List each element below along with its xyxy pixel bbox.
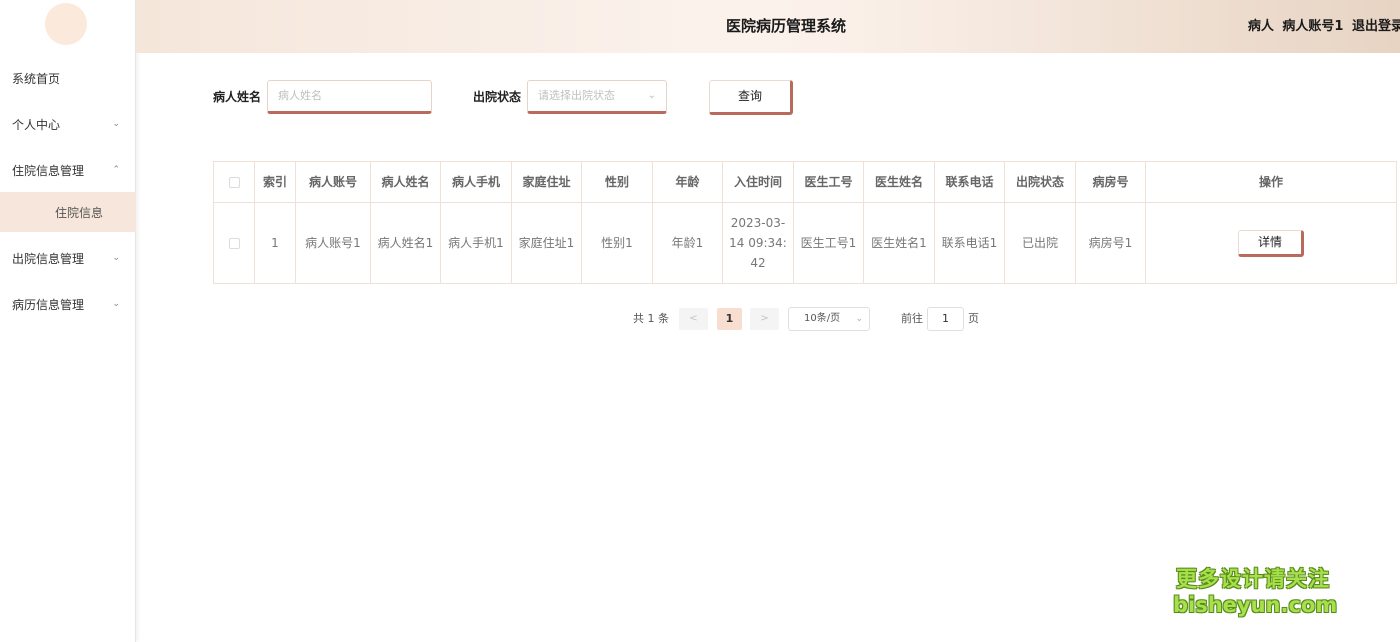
sidebar-item-label: 住院信息管理 — [12, 163, 85, 178]
sidebar-item-medical-records[interactable]: 病历信息管理 ⌄ — [0, 285, 136, 323]
column-header[interactable]: 病人姓名 — [371, 162, 441, 202]
cell-checkin-time: 2023-03-14 09:34:42 — [723, 203, 794, 283]
checkbox-icon — [228, 237, 240, 249]
cell-phone: 病人手机1 — [441, 203, 512, 283]
column-header[interactable]: 家庭住址 — [512, 162, 582, 202]
select-all-checkbox[interactable] — [214, 162, 255, 202]
goto-page-input[interactable]: 1 — [927, 307, 964, 331]
column-header[interactable]: 性别 — [582, 162, 653, 202]
chevron-down-icon: ⌄ — [647, 90, 656, 101]
top-header: 医院病历管理系统 病人 病人账号1 退出登录 — [136, 0, 1400, 53]
chevron-down-icon: ⌄ — [112, 299, 120, 309]
avatar[interactable] — [45, 3, 87, 45]
cell-name: 病人姓名1 — [371, 203, 441, 283]
cell-account: 病人账号1 — [296, 203, 371, 283]
sidebar-item-label: 系统首页 — [12, 71, 61, 86]
sidebar-item-home[interactable]: 系统首页 — [0, 59, 136, 97]
column-header: 操作 — [1258, 175, 1283, 189]
watermark-line-1: 更多设计请关注 — [1176, 567, 1330, 591]
cell-age: 年龄1 — [653, 203, 723, 283]
cell-actions: 详情 — [1146, 203, 1396, 283]
cell-gender: 性别1 — [582, 203, 653, 283]
watermark-line-2: bisheyun.com — [1173, 593, 1338, 617]
column-header[interactable]: 出院状态 — [1005, 162, 1076, 202]
discharge-status-select[interactable]: 请选择出院状态 ⌄ — [527, 80, 667, 114]
sidebar-item-label: 个人中心 — [12, 117, 61, 132]
page-size-value: 10条/页 — [804, 313, 841, 324]
user-info: 病人 病人账号1 退出登录 — [1244, 0, 1400, 54]
pagination-total: 共 1 条 — [633, 312, 669, 325]
chevron-down-icon: ⌄ — [855, 314, 863, 324]
user-name: 病人账号1 — [1282, 19, 1344, 34]
cell-index: 1 — [255, 203, 296, 283]
user-role: 病人 — [1247, 19, 1274, 34]
column-header[interactable]: 医生姓名 — [864, 162, 935, 202]
column-header[interactable]: 病人账号 — [296, 162, 371, 202]
goto-label: 前往 — [901, 312, 923, 325]
column-header[interactable]: 入住时间 — [723, 162, 794, 202]
column-header[interactable]: 索引 — [255, 162, 296, 202]
table-header-row: 索引 病人账号 病人姓名 病人手机 家庭住址 性别 年龄 入住时间 医生工号 医… — [214, 162, 1396, 203]
prev-page-button[interactable]: < — [679, 308, 708, 330]
detail-button[interactable]: 详情 — [1238, 229, 1304, 257]
logout-button[interactable]: 退出登录 — [1352, 19, 1400, 34]
sidebar-item-label: 住院信息 — [55, 205, 104, 220]
table-row: 1 病人账号1 病人姓名1 病人手机1 家庭住址1 性别1 年龄1 2023-0… — [214, 203, 1396, 283]
watermark: 更多设计请关注 bisheyun.com — [1173, 566, 1338, 618]
cell-room: 病房号1 — [1076, 203, 1146, 283]
sidebar-item-personal-center[interactable]: 个人中心 ⌄ — [0, 105, 136, 143]
query-button[interactable]: 查询 — [709, 80, 793, 115]
next-page-button[interactable]: > — [750, 308, 779, 330]
patient-name-input[interactable]: 病人姓名 — [267, 80, 432, 114]
cell-address: 家庭住址1 — [512, 203, 582, 283]
sidebar-item-inpatient-management[interactable]: 住院信息管理 ⌃ — [0, 151, 136, 189]
column-header[interactable]: 联系电话 — [935, 162, 1005, 202]
page-title: 医院病历管理系统 — [725, 17, 846, 35]
column-header[interactable]: 病房号 — [1076, 162, 1146, 202]
data-table: 索引 病人账号 病人姓名 病人手机 家庭住址 性别 年龄 入住时间 医生工号 医… — [213, 161, 1397, 284]
row-checkbox[interactable] — [214, 203, 255, 283]
chevron-down-icon: ⌄ — [112, 119, 120, 129]
cell-discharge-status: 已出院 — [1005, 203, 1076, 283]
column-header[interactable]: 年龄 — [653, 162, 723, 202]
cell-contact: 联系电话1 — [935, 203, 1005, 283]
discharge-status-placeholder: 请选择出院状态 — [538, 89, 615, 102]
chevron-down-icon: ⌄ — [112, 253, 120, 263]
cell-doctor-name: 医生姓名1 — [864, 203, 935, 283]
sidebar-item-inpatient-info[interactable]: 住院信息 — [0, 192, 136, 232]
sidebar-item-label: 出院信息管理 — [12, 251, 85, 266]
discharge-status-label: 出院状态 — [473, 90, 522, 104]
page-number-button[interactable]: 1 — [717, 308, 742, 330]
column-header[interactable]: 病人手机 — [441, 162, 512, 202]
sidebar-item-discharge-management[interactable]: 出院信息管理 ⌄ — [0, 239, 136, 277]
cell-doctor-id: 医生工号1 — [794, 203, 864, 283]
checkbox-icon — [228, 176, 240, 188]
column-header[interactable]: 医生工号 — [794, 162, 864, 202]
patient-name-label: 病人姓名 — [213, 90, 262, 104]
page-size-select[interactable]: 10条/页 ⌄ — [788, 307, 870, 331]
sidebar: 系统首页 个人中心 ⌄ 住院信息管理 ⌃ 住院信息 出院信息管理 ⌄ 病历信息管… — [0, 0, 136, 642]
goto-suffix: 页 — [968, 312, 979, 325]
sidebar-item-label: 病历信息管理 — [12, 297, 85, 312]
chevron-up-icon: ⌃ — [112, 165, 120, 175]
